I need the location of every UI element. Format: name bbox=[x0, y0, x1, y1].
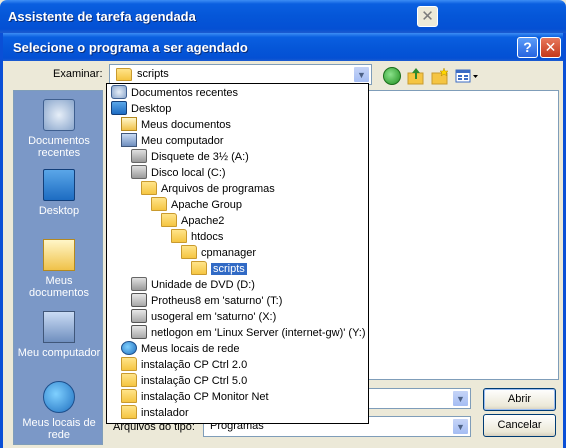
recent-documents-icon bbox=[43, 99, 75, 131]
list-item[interactable]: instalação CP Ctrl 5.0 bbox=[121, 373, 247, 389]
cancel-button[interactable]: Cancelar bbox=[483, 414, 556, 437]
list-item[interactable]: Desktop bbox=[111, 101, 171, 117]
my-documents-icon bbox=[43, 239, 75, 271]
chevron-down-icon[interactable]: ▼ bbox=[452, 418, 469, 435]
network-drive-icon bbox=[131, 293, 147, 308]
background-window-title: Assistente de tarefa agendada bbox=[8, 9, 196, 24]
dialog-title: Selecione o programa a ser agendado bbox=[13, 40, 248, 55]
dvd-drive-icon bbox=[131, 277, 147, 292]
place-label: Meus locais de bbox=[22, 417, 96, 429]
place-recent-documents[interactable]: Documentos recentes bbox=[14, 99, 104, 159]
open-button[interactable]: Abrir bbox=[483, 388, 556, 411]
look-in-dropdown-list: Documentos recentes Desktop Meus documen… bbox=[106, 83, 369, 424]
background-titlebar: Assistente de tarefa agendada ✕ bbox=[0, 0, 566, 33]
place-label: Documentos bbox=[28, 135, 90, 147]
list-item[interactable]: netlogon em 'Linux Server (internet-gw)'… bbox=[131, 325, 366, 341]
dialog-titlebar: Selecione o programa a ser agendado ? ✕ bbox=[3, 33, 563, 61]
open-folder-icon bbox=[191, 261, 207, 276]
folder-icon bbox=[121, 405, 137, 420]
background-close-button[interactable]: ✕ bbox=[417, 6, 438, 27]
folder-icon bbox=[121, 373, 137, 388]
list-item[interactable]: Apache2 bbox=[161, 213, 224, 229]
place-label: Meus bbox=[45, 275, 73, 287]
look-in-label: Examinar: bbox=[53, 68, 103, 80]
chevron-down-icon[interactable]: ▼ bbox=[452, 390, 469, 407]
list-item[interactable]: Protheus8 em 'saturno' (T:) bbox=[131, 293, 282, 309]
network-places-icon bbox=[121, 341, 137, 356]
chevron-down-icon[interactable]: ▼ bbox=[353, 66, 370, 83]
new-folder-icon[interactable] bbox=[431, 67, 449, 85]
network-drive-icon bbox=[131, 309, 147, 324]
place-desktop[interactable]: Desktop bbox=[14, 169, 104, 217]
list-item[interactable]: Meus documentos bbox=[121, 117, 231, 133]
place-label: rede bbox=[47, 429, 71, 441]
recent-documents-icon bbox=[111, 85, 127, 100]
look-in-value: scripts bbox=[137, 68, 169, 80]
list-item[interactable]: Meus locais de rede bbox=[121, 341, 239, 357]
place-my-computer[interactable]: Meu computador bbox=[14, 311, 104, 359]
list-item[interactable]: Meu computador bbox=[121, 133, 224, 149]
list-item[interactable]: Documentos recentes bbox=[111, 85, 238, 101]
my-computer-icon bbox=[121, 133, 137, 148]
close-button[interactable]: ✕ bbox=[540, 37, 561, 58]
desktop-icon bbox=[43, 169, 75, 201]
folder-icon bbox=[141, 181, 157, 196]
folder-icon bbox=[121, 357, 137, 372]
my-documents-icon bbox=[121, 117, 137, 132]
list-item[interactable]: htdocs bbox=[171, 229, 223, 245]
place-label: Meu computador bbox=[17, 347, 101, 359]
desktop-icon bbox=[111, 101, 127, 116]
list-item[interactable]: Apache Group bbox=[151, 197, 242, 213]
folder-icon bbox=[121, 389, 137, 404]
list-item[interactable]: Disco local (C:) bbox=[131, 165, 226, 181]
help-button[interactable]: ? bbox=[517, 37, 538, 58]
back-icon[interactable] bbox=[383, 67, 401, 85]
folder-icon bbox=[151, 197, 167, 212]
list-item[interactable]: instalador bbox=[121, 405, 189, 421]
list-item[interactable]: Disquete de 3½ (A:) bbox=[131, 149, 249, 165]
list-item[interactable]: Unidade de DVD (D:) bbox=[131, 277, 255, 293]
place-label: Desktop bbox=[38, 205, 80, 217]
folder-icon bbox=[171, 229, 187, 244]
place-network[interactable]: Meus locais de rede bbox=[14, 381, 104, 441]
list-item[interactable]: Arquivos de programas bbox=[141, 181, 275, 197]
network-drive-icon bbox=[131, 325, 147, 340]
list-item[interactable]: instalação CP Ctrl 2.0 bbox=[121, 357, 247, 373]
places-bar: Documentos recentes Desktop Meus documen… bbox=[13, 90, 103, 445]
up-folder-icon[interactable] bbox=[407, 67, 425, 85]
folder-icon bbox=[181, 245, 197, 260]
place-label: documentos bbox=[29, 287, 89, 299]
list-item[interactable]: cpmanager bbox=[181, 245, 256, 261]
folder-icon bbox=[161, 213, 177, 228]
list-item[interactable]: usogeral em 'saturno' (X:) bbox=[131, 309, 276, 325]
place-my-documents[interactable]: Meus documentos bbox=[14, 239, 104, 299]
floppy-drive-icon bbox=[131, 149, 147, 164]
hard-drive-icon bbox=[131, 165, 147, 180]
views-menu-icon[interactable] bbox=[455, 67, 479, 85]
look-in-combobox[interactable]: scripts ▼ bbox=[109, 64, 372, 85]
place-label: recentes bbox=[37, 147, 81, 159]
list-item[interactable]: instalação CP Monitor Net bbox=[121, 389, 269, 405]
list-item-selected[interactable]: scripts bbox=[191, 261, 247, 277]
folder-icon bbox=[116, 68, 132, 81]
network-places-icon bbox=[43, 381, 75, 413]
my-computer-icon bbox=[43, 311, 75, 343]
